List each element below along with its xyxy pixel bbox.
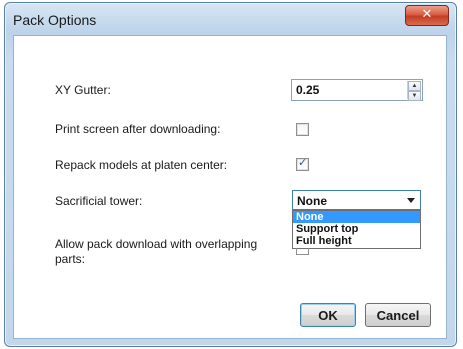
spinner-buttons: ▲ ▼: [407, 81, 421, 101]
repack-label: Repack models at platen center:: [55, 158, 228, 172]
ok-button[interactable]: OK: [300, 303, 356, 327]
option-none[interactable]: None: [293, 211, 420, 223]
print-screen-label: Print screen after downloading:: [55, 122, 221, 136]
xy-gutter-label: XY Gutter:: [55, 83, 111, 97]
repack-checkbox[interactable]: ✓: [296, 156, 309, 171]
cancel-button[interactable]: Cancel: [365, 303, 431, 327]
close-icon: ✕: [421, 7, 433, 22]
print-screen-checkbox[interactable]: [296, 123, 309, 136]
sacrificial-tower-dropdown: None Support top Full height: [292, 210, 421, 249]
option-full-height[interactable]: Full height: [293, 235, 420, 247]
sacrificial-tower-value: None: [297, 194, 327, 208]
spin-up-icon[interactable]: ▲: [408, 81, 421, 91]
xy-gutter-spinner[interactable]: 0.25 ▲ ▼: [291, 79, 423, 101]
pack-options-dialog: Pack Options ✕ XY Gutter: 0.25 ▲ ▼ Print…: [4, 2, 457, 347]
allow-overlap-checkbox[interactable]: [296, 248, 309, 255]
spin-down-icon[interactable]: ▼: [408, 91, 421, 101]
option-support-top[interactable]: Support top: [293, 223, 420, 235]
check-icon: ✓: [298, 156, 308, 169]
sacrificial-tower-label: Sacrificial tower:: [55, 194, 143, 208]
dialog-title: Pack Options: [13, 12, 97, 28]
allow-overlap-label-line2: parts:: [55, 252, 86, 266]
sacrificial-tower-select[interactable]: None: [292, 190, 421, 210]
chevron-down-icon[interactable]: [407, 198, 415, 203]
close-button[interactable]: ✕: [405, 5, 449, 26]
dialog-body: XY Gutter: 0.25 ▲ ▼ Print screen after d…: [13, 35, 447, 339]
xy-gutter-value[interactable]: 0.25: [296, 83, 319, 97]
allow-overlap-label-line1: Allow pack download with overlapping: [55, 237, 258, 251]
